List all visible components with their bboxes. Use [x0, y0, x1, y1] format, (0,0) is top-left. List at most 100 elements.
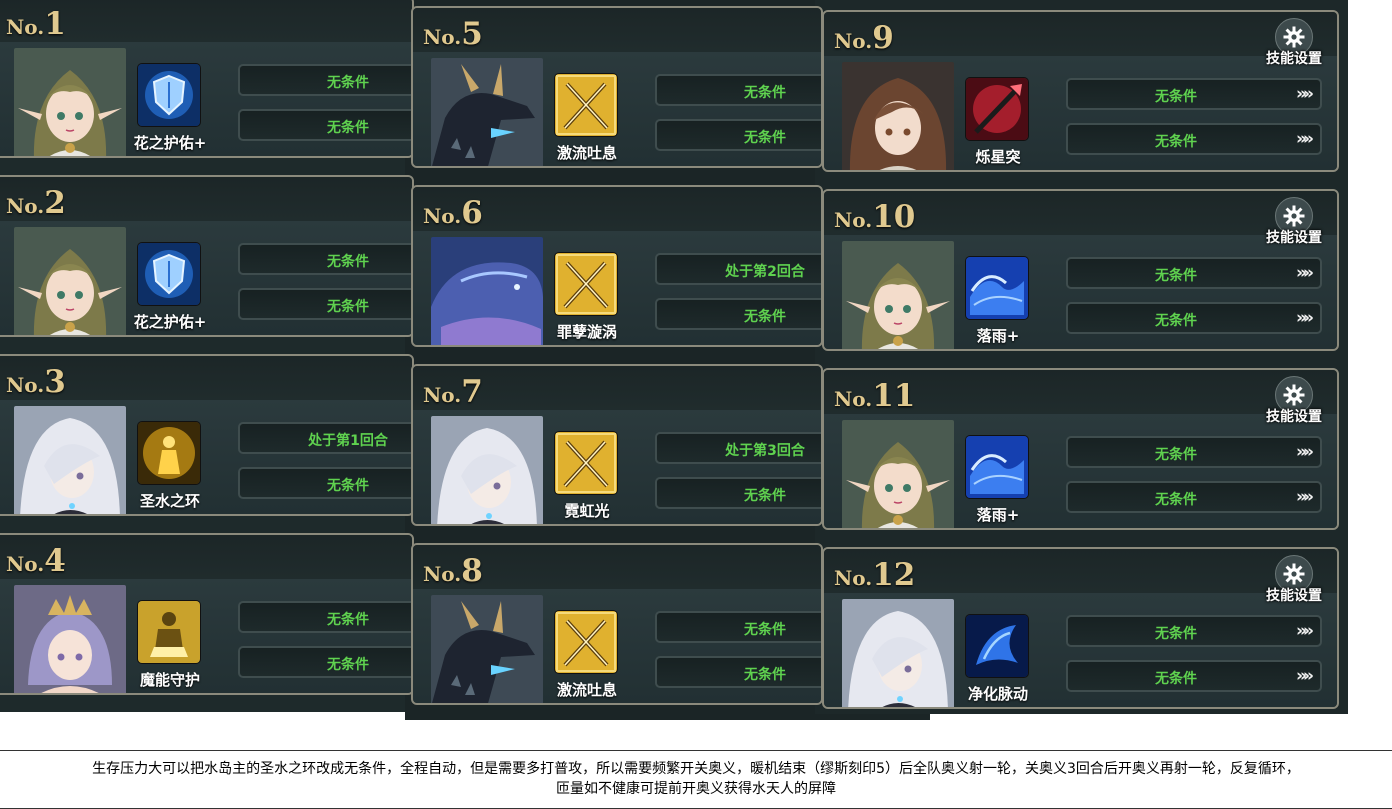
slot-number: No.10 [834, 199, 916, 235]
condition-1-button[interactable]: 无条件 »» [1066, 615, 1322, 647]
skill-icon[interactable] [138, 243, 200, 305]
condition-2-button[interactable]: 无条件 [655, 298, 821, 330]
slot-number: No.3 [6, 364, 66, 400]
condition-2-button[interactable]: 无条件 [655, 119, 821, 151]
character-portrait[interactable] [842, 599, 954, 707]
slot-card-10: No.10 落雨+ 无条件 »» 无条件 »» 技能设置 [822, 189, 1339, 351]
skill-settings-label: 技能设置 [1266, 588, 1322, 604]
condition-1-button[interactable]: 无条件 [655, 611, 821, 643]
skill-icon[interactable] [138, 64, 200, 126]
condition-1-button[interactable]: 无条件 »» [1066, 78, 1322, 110]
skill-name: 霓虹光 [564, 502, 610, 520]
condition-2-label: 无条件 [744, 130, 786, 146]
skill-name: 花之护佑+ [133, 134, 207, 152]
condition-2-label: 无条件 [327, 120, 369, 136]
condition-2-button[interactable]: 无条件 [238, 467, 412, 499]
skill-icon[interactable] [555, 253, 617, 315]
condition-2-button[interactable]: 无条件 »» [1066, 660, 1322, 692]
skill-icon[interactable] [555, 611, 617, 673]
skill-name: 激流吐息 [556, 144, 617, 162]
next-arrows-icon[interactable]: »» [1296, 621, 1314, 641]
skill-settings-label: 技能设置 [1266, 230, 1322, 246]
skill-settings-label: 技能设置 [1266, 409, 1322, 425]
condition-1-button[interactable]: 处于第3回合 [655, 432, 821, 464]
skill-icon[interactable] [138, 601, 200, 663]
condition-1-button[interactable]: 处于第1回合 [238, 422, 412, 454]
condition-2-label: 无条件 [327, 478, 369, 494]
condition-2-label: 无条件 [1155, 671, 1197, 687]
condition-1-button[interactable]: 处于第2回合 [655, 253, 821, 285]
condition-1-label: 无条件 [744, 622, 786, 638]
next-arrows-icon[interactable]: »» [1296, 129, 1314, 149]
condition-1-label: 无条件 [1155, 89, 1197, 105]
skill-icon[interactable] [138, 422, 200, 484]
next-arrows-icon[interactable]: »» [1296, 442, 1314, 462]
character-portrait[interactable] [842, 62, 954, 170]
skill-settings-button[interactable]: 技能设置 [1265, 18, 1323, 70]
condition-2-button[interactable]: 无条件 [238, 288, 412, 320]
condition-1-button[interactable]: 无条件 [238, 64, 412, 96]
character-portrait[interactable] [14, 227, 126, 335]
slot-card-9: No.9 烁星突 无条件 »» 无条件 »» 技能设置 [822, 10, 1339, 172]
skill-settings-button[interactable]: 技能设置 [1265, 555, 1323, 607]
condition-2-button[interactable]: 无条件 [655, 477, 821, 509]
condition-1-label: 处于第1回合 [308, 433, 388, 449]
condition-2-label: 无条件 [1155, 134, 1197, 150]
condition-1-label: 无条件 [744, 85, 786, 101]
next-arrows-icon[interactable]: »» [1296, 666, 1314, 686]
slot-card-2: No.2 花之护佑+ 无条件 无条件 [0, 175, 414, 337]
character-portrait[interactable] [431, 237, 543, 345]
skill-name: 花之护佑+ [133, 313, 207, 331]
skill-name: 圣水之环 [139, 492, 200, 510]
condition-2-label: 无条件 [1155, 313, 1197, 329]
condition-2-button[interactable]: 无条件 [238, 646, 412, 678]
condition-2-label: 无条件 [744, 667, 786, 683]
character-portrait[interactable] [14, 48, 126, 156]
skill-name: 激流吐息 [556, 681, 617, 699]
skill-icon[interactable] [555, 74, 617, 136]
slot-number: No.4 [6, 543, 66, 579]
skill-icon[interactable] [555, 432, 617, 494]
character-portrait[interactable] [14, 406, 126, 514]
next-arrows-icon[interactable]: »» [1296, 308, 1314, 328]
condition-1-label: 无条件 [1155, 626, 1197, 642]
slot-card-4: No.4 魔能守护 无条件 无条件 [0, 533, 414, 695]
skill-icon[interactable] [966, 436, 1028, 498]
condition-2-button[interactable]: 无条件 »» [1066, 302, 1322, 334]
next-arrows-icon[interactable]: »» [1296, 487, 1314, 507]
strategy-notes: 生存压力大可以把水岛主的圣水之环改成无条件，全程自动，但是需要多打普攻，所以需要… [0, 750, 1392, 809]
next-arrows-icon[interactable]: »» [1296, 263, 1314, 283]
slot-card-5: No.5 激流吐息 无条件 无条件 [411, 6, 823, 168]
condition-1-button[interactable]: 无条件 [655, 74, 821, 106]
character-portrait[interactable] [842, 420, 954, 528]
condition-1-button[interactable]: 无条件 »» [1066, 257, 1322, 289]
skill-icon[interactable] [966, 615, 1028, 677]
character-portrait[interactable] [842, 241, 954, 349]
slot-number: No.1 [6, 6, 66, 42]
skill-settings-button[interactable]: 技能设置 [1265, 376, 1323, 428]
condition-1-button[interactable]: 无条件 »» [1066, 436, 1322, 468]
character-portrait[interactable] [14, 585, 126, 693]
slot-card-12: No.12 净化脉动 无条件 »» 无条件 »» 技能设置 [822, 547, 1339, 709]
condition-2-button[interactable]: 无条件 »» [1066, 481, 1322, 513]
condition-2-button[interactable]: 无条件 »» [1066, 123, 1322, 155]
slot-number: No.12 [834, 557, 916, 593]
skill-name: 魔能守护 [139, 671, 200, 689]
condition-1-button[interactable]: 无条件 [238, 243, 412, 275]
slot-card-1: No.1 花之护佑+ 无条件 无条件 [0, 0, 414, 158]
condition-2-button[interactable]: 无条件 [655, 656, 821, 688]
condition-2-label: 无条件 [327, 657, 369, 673]
condition-2-button[interactable]: 无条件 [238, 109, 412, 141]
slot-card-3: No.3 圣水之环 处于第1回合 无条件 [0, 354, 414, 516]
condition-2-label: 无条件 [327, 299, 369, 315]
skill-icon[interactable] [966, 78, 1028, 140]
skill-icon[interactable] [966, 257, 1028, 319]
next-arrows-icon[interactable]: »» [1296, 84, 1314, 104]
condition-1-button[interactable]: 无条件 [238, 601, 412, 633]
skill-settings-button[interactable]: 技能设置 [1265, 197, 1323, 249]
character-portrait[interactable] [431, 58, 543, 166]
character-portrait[interactable] [431, 416, 543, 524]
character-portrait[interactable] [431, 595, 543, 703]
slot-card-11: No.11 落雨+ 无条件 »» 无条件 »» 技能设置 [822, 368, 1339, 530]
slot-number: No.2 [6, 185, 66, 221]
